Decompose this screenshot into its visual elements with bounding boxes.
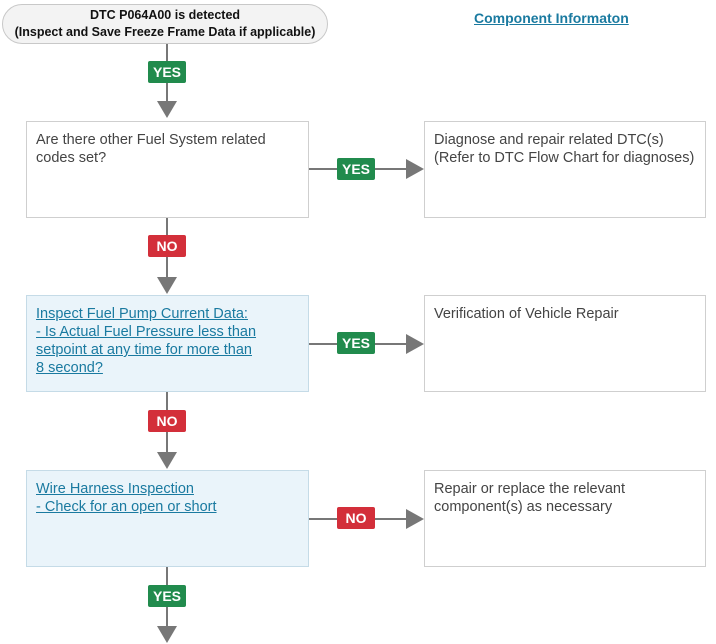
a1-line-2: (Refer to DTC Flow Chart for diagnoses) — [434, 150, 695, 166]
action-box-verification: Verification of Vehicle Repair — [424, 295, 706, 392]
yes-badge-q2: YES — [337, 332, 375, 354]
q3-line-1[interactable]: Wire Harness Inspection — [36, 480, 299, 498]
q2-line-2[interactable]: - Is Actual Fuel Pressure less than — [36, 323, 299, 341]
no-badge-q1: NO — [148, 235, 186, 257]
a1-line-1: Diagnose and repair related DTC(s) — [434, 132, 664, 148]
action-box-repair-component: Repair or replace the relevant component… — [424, 470, 706, 567]
no-badge-q2: NO — [148, 410, 186, 432]
q2-line-3[interactable]: setpoint at any time for more than — [36, 341, 299, 359]
question-box-other-codes: Are there other Fuel System related code… — [26, 121, 309, 218]
question-box-fuel-pump-data[interactable]: Inspect Fuel Pump Current Data: - Is Act… — [26, 295, 309, 392]
a3-line-2: component(s) as necessary — [434, 499, 613, 515]
q1-line-2: codes set? — [36, 150, 107, 166]
arrow-to-a1 — [406, 159, 424, 179]
q1-line-1: Are there other Fuel System related — [36, 132, 266, 148]
arrow-to-next — [157, 626, 177, 643]
arrow-to-q1 — [157, 101, 177, 118]
start-line-1: DTC P064A00 is detected — [89, 8, 241, 22]
a3-line-1: Repair or replace the relevant — [434, 481, 626, 497]
yes-badge-q3: YES — [148, 585, 186, 607]
start-line-2: (Inspect and Save Freeze Frame Data if a… — [14, 25, 316, 39]
q3-line-2[interactable]: - Check for an open or short — [36, 498, 299, 516]
question-box-wire-harness[interactable]: Wire Harness Inspection - Check for an o… — [26, 470, 309, 567]
arrow-to-q3 — [157, 452, 177, 469]
yes-badge-start: YES — [148, 61, 186, 83]
component-information-link[interactable]: Component Informaton — [474, 10, 629, 26]
q2-line-1[interactable]: Inspect Fuel Pump Current Data: — [36, 305, 299, 323]
no-badge-q3: NO — [337, 507, 375, 529]
action-box-diagnose-dtc: Diagnose and repair related DTC(s) (Refe… — [424, 121, 706, 218]
q2-line-4[interactable]: 8 second? — [36, 359, 299, 377]
arrow-to-a2 — [406, 334, 424, 354]
arrow-to-a3 — [406, 509, 424, 529]
yes-badge-q1: YES — [337, 158, 375, 180]
start-node: DTC P064A00 is detected (Inspect and Sav… — [2, 4, 328, 44]
arrow-to-q2 — [157, 277, 177, 294]
a2-line-1: Verification of Vehicle Repair — [434, 306, 619, 322]
